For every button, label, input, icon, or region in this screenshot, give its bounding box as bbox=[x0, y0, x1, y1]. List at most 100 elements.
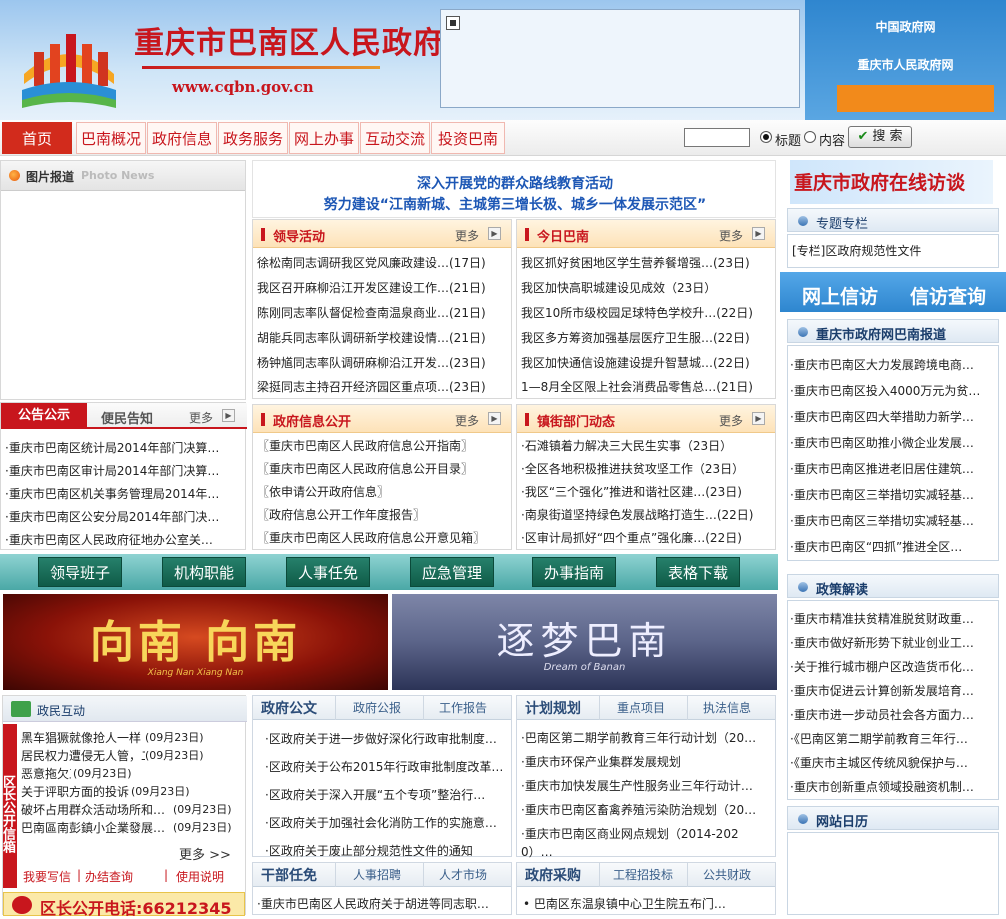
list-item[interactable]: 居民权力遭侵无人管，二… bbox=[21, 747, 145, 764]
towns-more-link[interactable]: 更多 bbox=[719, 412, 743, 429]
flash-banner-area[interactable] bbox=[440, 9, 800, 108]
nav-gov-info[interactable]: 政府信息 bbox=[147, 122, 217, 154]
list-item[interactable]: 〖重庆市巴南区人民政府信息公开目录〗 bbox=[257, 460, 509, 477]
banner-dream[interactable]: 逐梦巴南 Dream of Banan bbox=[392, 594, 777, 690]
list-item[interactable]: ·重庆市巴南区统计局2014年部门决算… bbox=[5, 439, 245, 456]
list-item[interactable]: ·重庆市巴南区人民政府征地办公室关… bbox=[5, 531, 245, 548]
list-item[interactable]: 关于评职方面的投诉 bbox=[21, 783, 133, 800]
list-item[interactable]: ·重庆市做好新形势下就业创业工… bbox=[790, 634, 995, 651]
link-china-gov[interactable]: 中国政府网 bbox=[805, 18, 1006, 35]
list-item[interactable]: ·重庆市巴南区畜禽养殖污染防治规划（20… bbox=[521, 801, 773, 818]
list-item[interactable]: ·重庆市巴南区商业网点规划（2014-202 bbox=[521, 825, 773, 842]
list-item[interactable]: ·重庆市巴南区四大举措助力新学… bbox=[790, 408, 995, 425]
list-item[interactable]: ·巴南区第二期学前教育三年行动计划（20… bbox=[521, 729, 773, 746]
list-item[interactable]: ·区政府关于深入开展“五个专项”整治行… bbox=[265, 786, 517, 803]
list-item[interactable]: 黑车猖獗就像抢人一样 bbox=[21, 729, 145, 746]
nav-online[interactable]: 网上办事 bbox=[289, 122, 359, 154]
list-item[interactable]: 1—8月全区限上社会消费品零售总…(21日) bbox=[521, 378, 773, 395]
gov-info-more-link[interactable]: 更多 bbox=[455, 412, 479, 429]
link-instructions[interactable]: 使用说明 bbox=[176, 868, 224, 885]
list-item[interactable]: ·区政府关于废止部分规范性文件的通知 bbox=[265, 842, 517, 859]
banner-xiangnan[interactable]: 向南 向南 Xiang Nan Xiang Nan bbox=[3, 594, 388, 690]
online-interview-banner[interactable]: 重庆市政府在线访谈 bbox=[790, 160, 993, 204]
tab-bidding[interactable]: 工程招投标 bbox=[613, 866, 673, 883]
more-arrow-icon[interactable]: ▶ bbox=[488, 227, 501, 240]
list-item[interactable]: ·重庆市巴南区助推小微企业发展… bbox=[790, 434, 995, 451]
list-item[interactable]: 恶意拖欠工资 bbox=[21, 765, 71, 782]
headline-line2[interactable]: 努力建设“江南新城、主城第三增长极、城乡一体发展示范区” bbox=[253, 194, 777, 214]
tab-work-report[interactable]: 工作报告 bbox=[439, 699, 487, 716]
list-item[interactable]: ·重庆市巴南区公安分局2014年部门决… bbox=[5, 508, 245, 525]
link-query[interactable]: 办结查询 bbox=[85, 868, 133, 885]
headline-line1[interactable]: 深入开展党的群众路线教育活动 bbox=[253, 173, 777, 193]
list-item[interactable]: ·区政府关于加强社会化消防工作的实施意… bbox=[265, 814, 517, 831]
list-item[interactable]: ·重庆市巴南区审计局2014年部门决算… bbox=[5, 462, 245, 479]
list-item[interactable]: 我区抓好贫困地区学生营养餐增强…(23日) bbox=[521, 254, 773, 271]
notice-more-link[interactable]: 更多 bbox=[189, 409, 213, 426]
tab-convenience[interactable]: 便民告知 bbox=[101, 408, 153, 427]
list-item[interactable]: 徐松南同志调研我区党风廉政建设…(17日) bbox=[257, 254, 509, 271]
list-item[interactable]: ·重庆市巴南区人民政府关于胡进等同志职… bbox=[257, 895, 509, 912]
tab-talent-market[interactable]: 人才市场 bbox=[439, 866, 487, 883]
quicklink-emergency[interactable]: 应急管理 bbox=[410, 557, 494, 587]
site-url[interactable]: www.cqbn.gov.cn bbox=[172, 78, 314, 96]
nav-overview[interactable]: 巴南概况 bbox=[76, 122, 146, 154]
tab-gov-gazette[interactable]: 政府公报 bbox=[353, 699, 401, 716]
list-item[interactable]: ·石滩镇着力解决三大民生实事（23日） bbox=[521, 437, 773, 454]
tab-key-projects[interactable]: 重点项目 bbox=[617, 699, 665, 716]
list-item[interactable]: 破坏占用群众活动场所和… bbox=[21, 801, 173, 818]
mayor-mailbox-label[interactable]: 区长公开信箱 bbox=[0, 724, 17, 888]
nav-interaction[interactable]: 互动交流 bbox=[360, 122, 430, 154]
quicklink-guide[interactable]: 办事指南 bbox=[532, 557, 616, 587]
list-item[interactable]: ·区政府关于公布2015年行政审批制度改革… bbox=[265, 758, 517, 775]
list-item[interactable]: ·重庆市进一步动员社会各方面力… bbox=[790, 706, 995, 723]
list-item[interactable]: ·区政府关于进一步做好深化行政审批制度… bbox=[265, 730, 517, 747]
list-item[interactable]: 〖重庆市巴南区人民政府信息公开意见箱〗 bbox=[257, 529, 509, 546]
search-button[interactable]: ✔ 搜 索 bbox=[848, 126, 912, 148]
nav-home[interactable]: 首页 bbox=[2, 122, 72, 154]
list-item[interactable]: ·重庆市巴南区推进老旧居住建筑… bbox=[790, 460, 995, 477]
list-item[interactable]: ·《重庆市主城区传统风貌保护与… bbox=[790, 754, 995, 771]
list-item[interactable]: ·关于推行城市棚户区改造货币化… bbox=[790, 658, 995, 675]
quicklink-functions[interactable]: 机构职能 bbox=[162, 557, 246, 587]
list-item[interactable]: ·区审计局抓好“四个重点”强化廉…(22日) bbox=[521, 529, 773, 546]
list-item[interactable]: 梁挺同志主持召开经济园区重点项…(23日) bbox=[257, 378, 509, 395]
list-item[interactable]: 0）… bbox=[521, 843, 773, 860]
tab-procurement[interactable]: 政府采购 bbox=[525, 865, 581, 885]
hotline-text[interactable]: 区长公开电话:66212345 bbox=[40, 895, 231, 919]
list-item[interactable]: • 巴南区东温泉镇中心卫生院五布门… bbox=[523, 895, 775, 912]
tab-cadres[interactable]: 干部任免 bbox=[261, 865, 317, 885]
online-petition-button[interactable]: 网上信访 bbox=[802, 282, 878, 309]
list-item[interactable]: [专栏]区政府规范性文件 bbox=[792, 242, 921, 259]
calendar-box[interactable] bbox=[787, 832, 999, 915]
nav-investment[interactable]: 投资巴南 bbox=[431, 122, 505, 154]
list-item[interactable]: 我区召开麻柳沿江开发区建设工作…(21日) bbox=[257, 279, 509, 296]
list-item[interactable]: ·重庆市巴南区投入4000万元为贫… bbox=[790, 382, 995, 399]
interaction-more-link[interactable]: 更多 >> bbox=[179, 844, 231, 863]
list-item[interactable]: ·我区“三个强化”推进和谐社区建…(23日) bbox=[521, 483, 773, 500]
list-item[interactable]: ·重庆市巴南区三举措切实减轻基… bbox=[790, 486, 995, 503]
leadership-more-link[interactable]: 更多 bbox=[455, 227, 479, 244]
list-item[interactable]: ·重庆市巴南区机关事务管理局2014年… bbox=[5, 485, 245, 502]
list-item[interactable]: ·全区各地积极推进扶贫攻坚工作（23日） bbox=[521, 460, 773, 477]
list-item[interactable]: ·南泉街道坚持绿色发展战略打造生…(22日) bbox=[521, 506, 773, 523]
more-arrow-icon[interactable]: ▶ bbox=[752, 412, 765, 425]
list-item[interactable]: 我区多方筹资加强基层医疗卫生服…(22日) bbox=[521, 329, 773, 346]
tab-public-finance[interactable]: 公共财政 bbox=[703, 866, 751, 883]
search-input[interactable] bbox=[684, 128, 750, 147]
list-item[interactable]: ·重庆市加快发展生产性服务业三年行动计… bbox=[521, 777, 773, 794]
more-arrow-icon[interactable]: ▶ bbox=[752, 227, 765, 240]
tab-announcements[interactable]: 公告公示 bbox=[1, 403, 87, 429]
radio-title[interactable] bbox=[760, 131, 772, 143]
tab-planning[interactable]: 计划规划 bbox=[525, 698, 581, 718]
list-item[interactable]: ·《巴南区第二期学前教育三年行… bbox=[790, 730, 995, 747]
list-item[interactable]: ·重庆市环保产业集群发展规划 bbox=[521, 753, 773, 770]
list-item[interactable]: 我区加快高职城建设见成效（23日） bbox=[521, 279, 773, 296]
quicklink-appointments[interactable]: 人事任免 bbox=[286, 557, 370, 587]
list-item[interactable]: 我区加快通信设施建设提升智慧城…(22日) bbox=[521, 354, 773, 371]
list-item[interactable]: ·重庆市巴南区“四抓”推进全区… bbox=[790, 538, 995, 555]
list-item[interactable]: 杨钟馗同志率队调研麻柳沿江开发…(23日) bbox=[257, 354, 509, 371]
nav-services[interactable]: 政务服务 bbox=[218, 122, 288, 154]
petition-query-button[interactable]: 信访查询 bbox=[910, 282, 986, 309]
list-item[interactable]: 我区10所市级校园足球特色学校升…(22日) bbox=[521, 304, 773, 321]
